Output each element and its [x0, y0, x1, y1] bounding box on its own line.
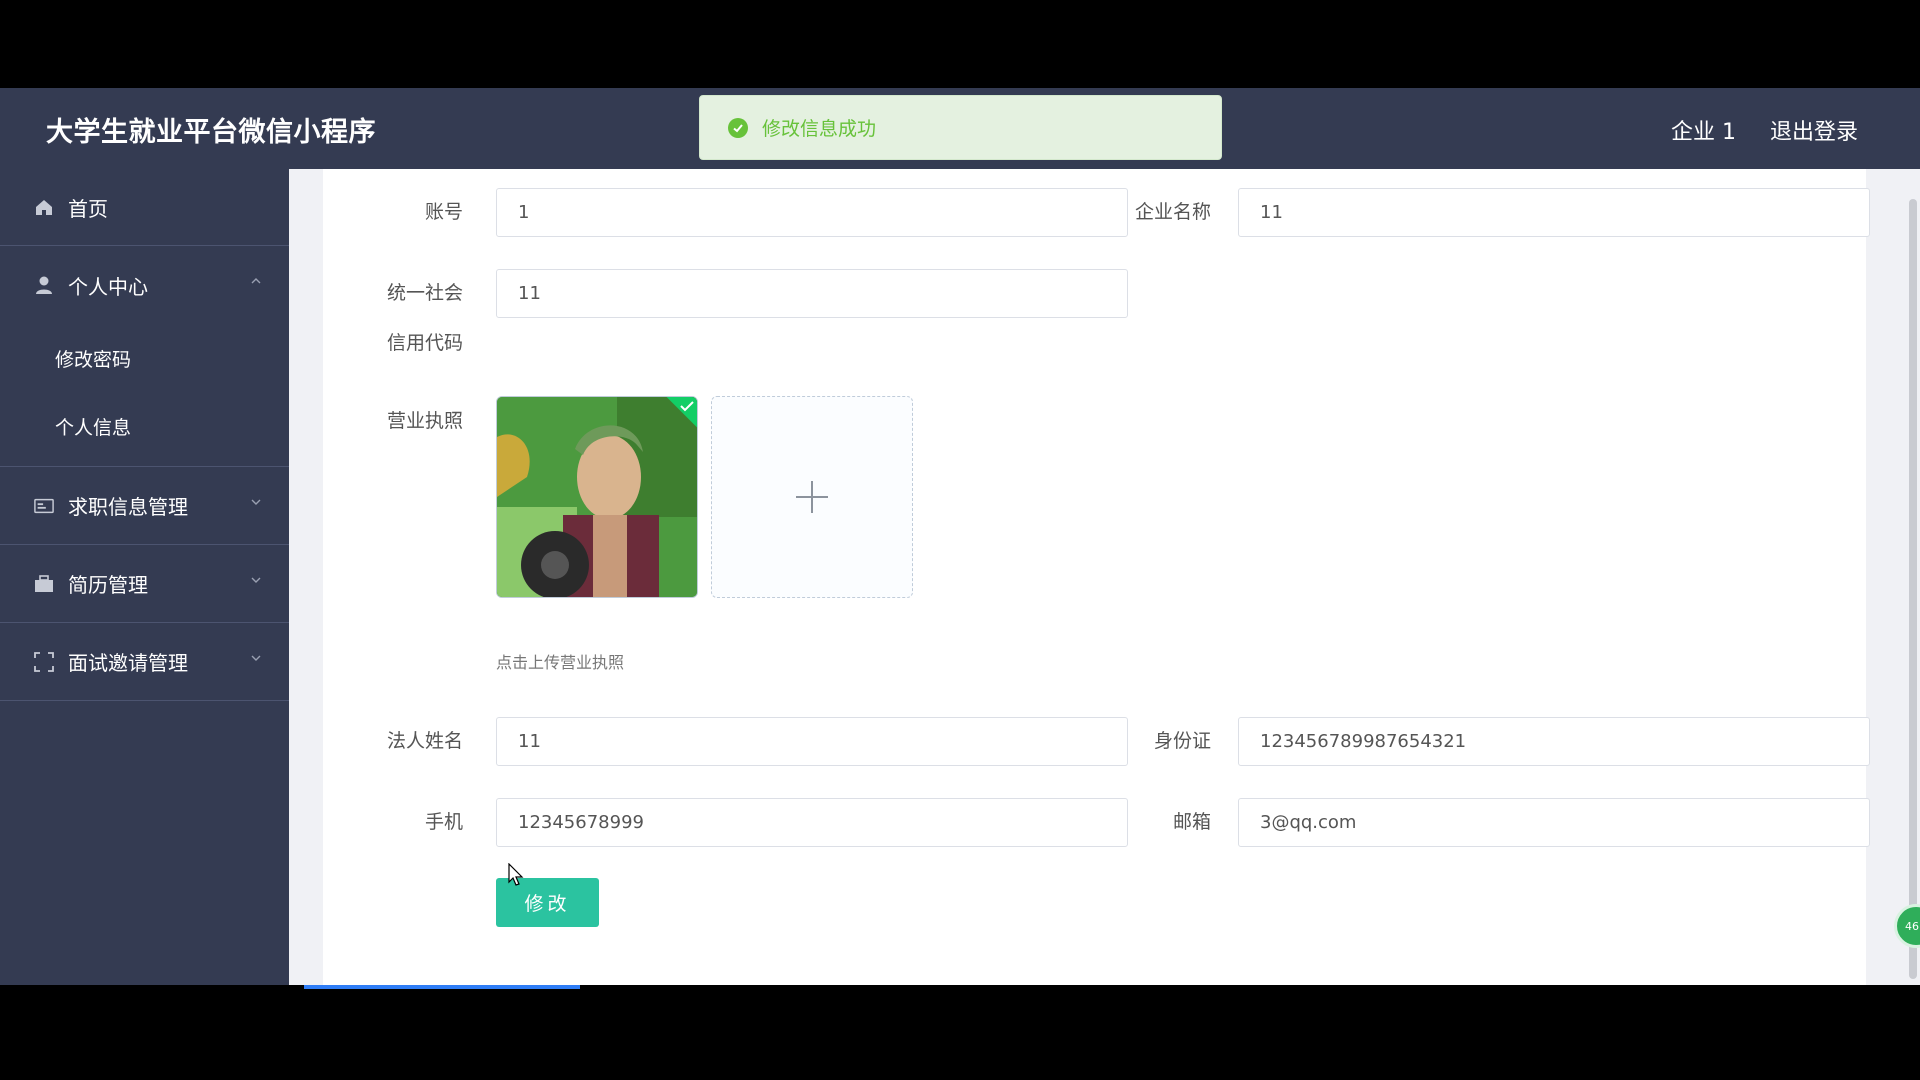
- credit-code-label: 统一社会 信用代码: [343, 280, 463, 356]
- license-label: 营业执照: [386, 410, 463, 432]
- credit-code-field[interactable]: 11: [496, 269, 1128, 318]
- toast-message: 修改信息成功: [762, 118, 877, 140]
- check-circle-icon: [728, 117, 748, 138]
- credit-code-label-line1: 统一社会: [386, 282, 463, 304]
- sidebar-item-label: 修改密码: [55, 348, 132, 371]
- license-thumbnail-image: [497, 397, 697, 597]
- mouse-cursor-icon: [508, 863, 524, 886]
- sidebar-item-personal-info[interactable]: 个人信息: [0, 392, 289, 460]
- letterbox-top: [0, 0, 1920, 88]
- top-header: 大学生就业平台微信小程序 企业 1 退出登录 修改信息成功: [0, 88, 1920, 169]
- license-upload-button[interactable]: [711, 396, 913, 598]
- company-name-field[interactable]: 11: [1238, 188, 1870, 237]
- sidebar-group-personal: 个人中心 修改密码 个人信息: [0, 246, 289, 467]
- id-card-icon: [34, 496, 54, 516]
- floating-badge-text: 46: [1905, 919, 1919, 933]
- legal-person-field[interactable]: 11: [496, 717, 1128, 766]
- app-window: 大学生就业平台微信小程序 企业 1 退出登录 修改信息成功 首页 个人中心 修改…: [0, 88, 1920, 985]
- chevron-up-icon: [251, 278, 261, 284]
- home-icon: [34, 197, 54, 217]
- sidebar-item-interview[interactable]: 面试邀请管理: [0, 623, 289, 701]
- current-user[interactable]: 企业 1: [1671, 114, 1736, 146]
- chevron-down-icon: [251, 577, 261, 583]
- account-label: 账号: [424, 201, 463, 223]
- sidebar-item-label: 个人信息: [55, 416, 132, 439]
- id-card-field[interactable]: 123456789987654321: [1238, 717, 1870, 766]
- success-toast: 修改信息成功: [699, 95, 1222, 160]
- sidebar-item-label: 个人中心: [68, 274, 148, 299]
- main-content: 账号 1 企业名称 11 统一社会 信用代码 11 营业执照 点击上传营业执照 …: [289, 169, 1920, 985]
- sidebar-item-resume[interactable]: 简历管理: [0, 545, 289, 623]
- phone-label: 手机: [424, 811, 463, 833]
- check-icon: [680, 401, 694, 412]
- legal-person-label: 法人姓名: [386, 730, 463, 752]
- email-label: 邮箱: [1172, 811, 1211, 833]
- scrollbar[interactable]: [1906, 169, 1920, 985]
- phone-field[interactable]: 12345678999: [496, 798, 1128, 847]
- letterbox-bottom: [0, 985, 1920, 1080]
- sidebar-item-home[interactable]: 首页: [0, 169, 289, 246]
- video-progress-bar: [304, 985, 580, 989]
- plus-icon: [796, 481, 828, 513]
- briefcase-icon: [34, 574, 54, 594]
- sidebar-item-label: 简历管理: [68, 573, 148, 597]
- account-field[interactable]: 1: [496, 188, 1128, 237]
- email-field[interactable]: 3@qq.com: [1238, 798, 1870, 847]
- chevron-down-icon: [251, 499, 261, 505]
- fullscreen-icon: [34, 651, 54, 672]
- company-name-label: 企业名称: [1134, 201, 1211, 223]
- sidebar-item-label: 首页: [68, 196, 108, 221]
- logout-button[interactable]: 退出登录: [1770, 114, 1858, 146]
- sidebar-item-label: 面试邀请管理: [68, 651, 188, 675]
- sidebar-item-label: 求职信息管理: [68, 495, 188, 519]
- sidebar-item-change-password[interactable]: 修改密码: [0, 324, 289, 392]
- app-title: 大学生就业平台微信小程序: [46, 117, 376, 148]
- floating-badge[interactable]: 46: [1894, 904, 1920, 948]
- credit-code-label-line2: 信用代码: [386, 332, 463, 354]
- sidebar-item-personal-center[interactable]: 个人中心: [0, 246, 289, 324]
- sidebar-item-job-info[interactable]: 求职信息管理: [0, 467, 289, 545]
- license-image[interactable]: [496, 396, 698, 598]
- sidebar: 首页 个人中心 修改密码 个人信息 求职信息管理 简历管理 面试邀请管理: [0, 169, 289, 985]
- upload-hint: 点击上传营业执照: [496, 653, 625, 672]
- chevron-down-icon: [251, 655, 261, 661]
- header-actions: 企业 1 退出登录: [1671, 114, 1858, 146]
- id-card-label: 身份证: [1153, 730, 1211, 752]
- scrollbar-thumb[interactable]: [1909, 199, 1917, 979]
- user-icon: [34, 275, 54, 295]
- video-progress-fill: [304, 985, 580, 989]
- profile-form: 账号 1 企业名称 11 统一社会 信用代码 11 营业执照 点击上传营业执照 …: [323, 169, 1870, 985]
